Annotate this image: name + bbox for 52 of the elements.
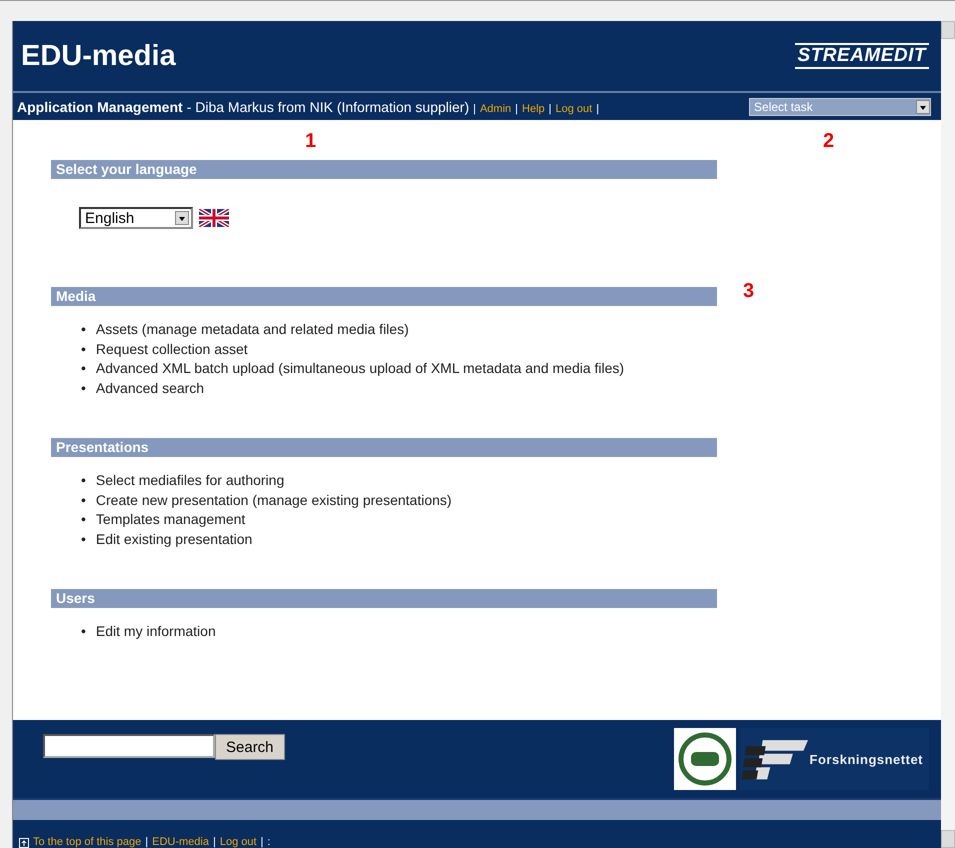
nik-logo-icon (674, 728, 736, 790)
bullet: • (81, 471, 86, 490)
bullet: • (81, 530, 86, 548)
section-header: Select your language (51, 160, 717, 179)
header-link[interactable]: Log out (556, 102, 592, 114)
annotation-number: 2 (823, 130, 834, 153)
menu-link[interactable]: Advanced XML batch upload (simultaneous upload of XML metadata and media files) (96, 359, 624, 378)
separator: | (515, 102, 518, 114)
separator: | (260, 836, 264, 848)
trailing-colon: : (267, 836, 270, 848)
search-field[interactable] (43, 734, 215, 758)
bullet: • (81, 622, 86, 641)
footer-link[interactable]: To the top of this page (33, 836, 142, 848)
bullet: • (81, 359, 86, 378)
bullet: • (81, 510, 86, 529)
bullet: • (81, 378, 86, 398)
footer-link[interactable]: EDU-media (152, 836, 209, 848)
annotation-number: 1 (305, 130, 316, 153)
forskningsnettet-logo: Forskningsnettet (740, 728, 930, 790)
separator: | (473, 102, 476, 114)
section-header: Users (51, 589, 717, 608)
section-header: Media (51, 287, 717, 306)
menu-link[interactable]: Assets (manage metadata and related media files) (96, 320, 409, 340)
menu-link[interactable]: Request collection asset (96, 340, 248, 359)
app-name: Application Management (17, 98, 183, 114)
separator: | (596, 102, 600, 114)
header-link[interactable]: Help (522, 102, 545, 114)
scroll-down-button[interactable] (941, 830, 955, 848)
annotation-number: 3 (743, 280, 754, 303)
separator: | (212, 836, 216, 848)
user-info: - Diba Markus from NIK (Information supplier) (186, 98, 470, 114)
menu-link[interactable]: Edit my information (96, 622, 216, 642)
scroll-up-button[interactable] (941, 21, 955, 39)
header-link[interactable]: Admin (480, 102, 512, 114)
menu-link[interactable]: Create new presentation (manage existing presentations) (96, 490, 452, 510)
separator: | (548, 102, 552, 114)
flag-icon (199, 209, 229, 227)
section-header: Presentations (51, 438, 717, 457)
menu-link[interactable]: Select mediafiles for authoring (96, 471, 284, 490)
top-arrow-icon (19, 838, 29, 848)
menu-link[interactable]: Advanced search (96, 378, 204, 398)
bullet: • (81, 340, 86, 358)
separator: | (145, 836, 148, 848)
search-button[interactable]: Search (215, 734, 285, 760)
streamedit-logo: STREAMEDIT (794, 43, 930, 69)
site-title: EDU-media (21, 40, 176, 72)
menu-link[interactable]: Edit existing presentation (96, 530, 252, 549)
footer-link[interactable]: Log out (220, 836, 257, 848)
menu-link[interactable]: Templates management (96, 510, 246, 530)
bullet: • (81, 490, 86, 510)
language-dropdown[interactable]: English (79, 207, 193, 229)
bullet: • (81, 320, 86, 339)
